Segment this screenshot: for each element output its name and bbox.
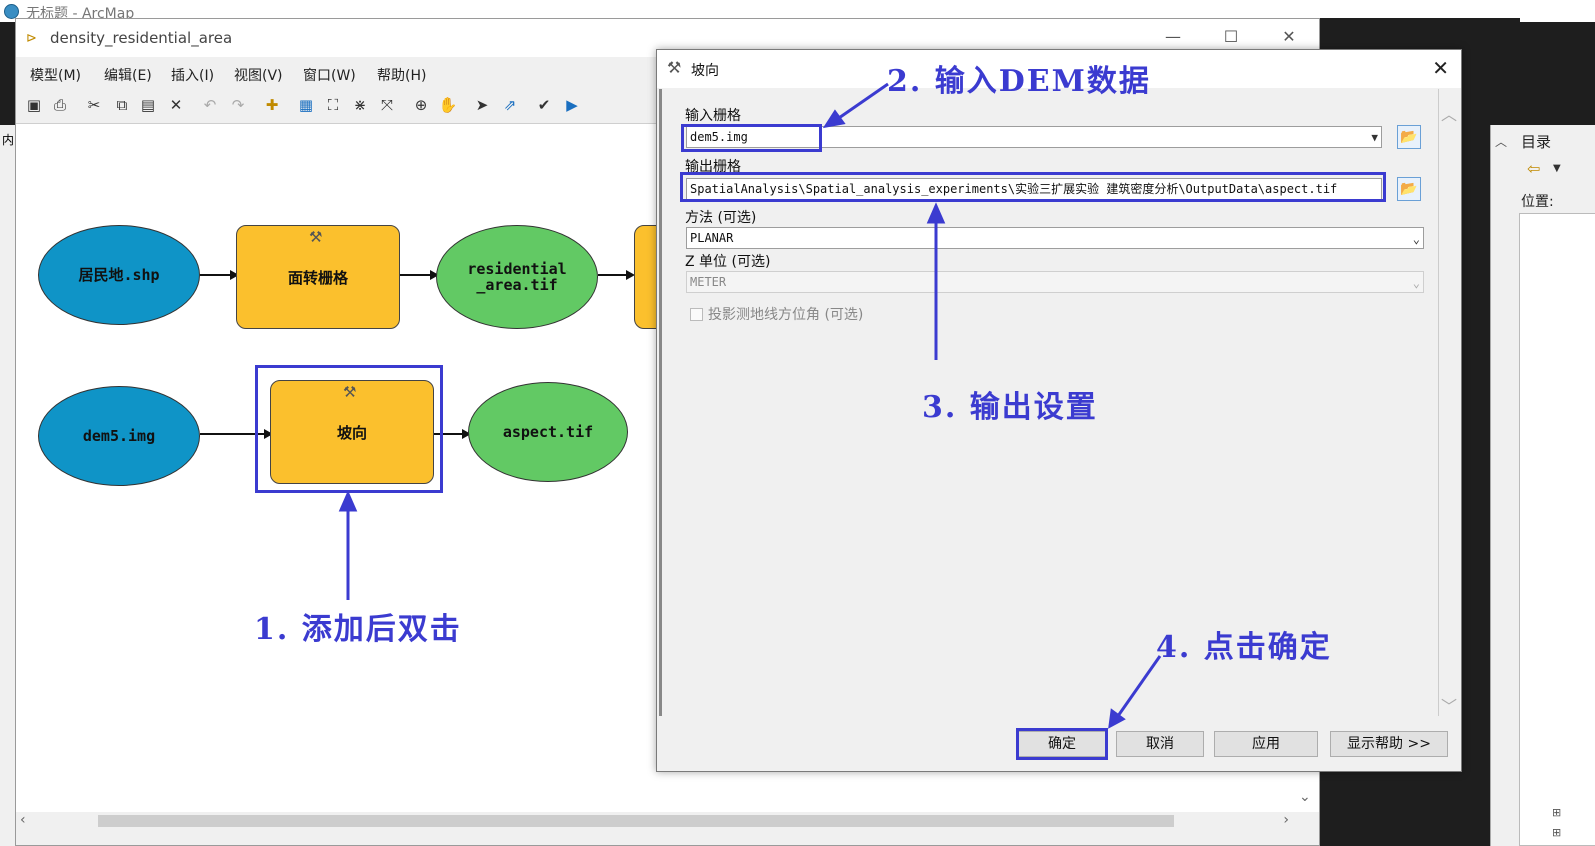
- annotation-step4: 4. 点击确定: [1156, 630, 1332, 665]
- annotation-arrows: [338, 82, 1162, 729]
- annotation-step3: 3. 输出设置: [922, 390, 1098, 425]
- arrow-step2: [835, 82, 889, 122]
- arrowhead-step2: [822, 109, 846, 129]
- annotation-step2: 2. 输入DEM数据: [887, 64, 1151, 99]
- arrow-step4: [1116, 655, 1162, 717]
- arrowhead-step3: [926, 202, 946, 224]
- annotation-step1: 1. 添加后双击: [254, 612, 462, 647]
- arrowhead-step1: [338, 490, 358, 512]
